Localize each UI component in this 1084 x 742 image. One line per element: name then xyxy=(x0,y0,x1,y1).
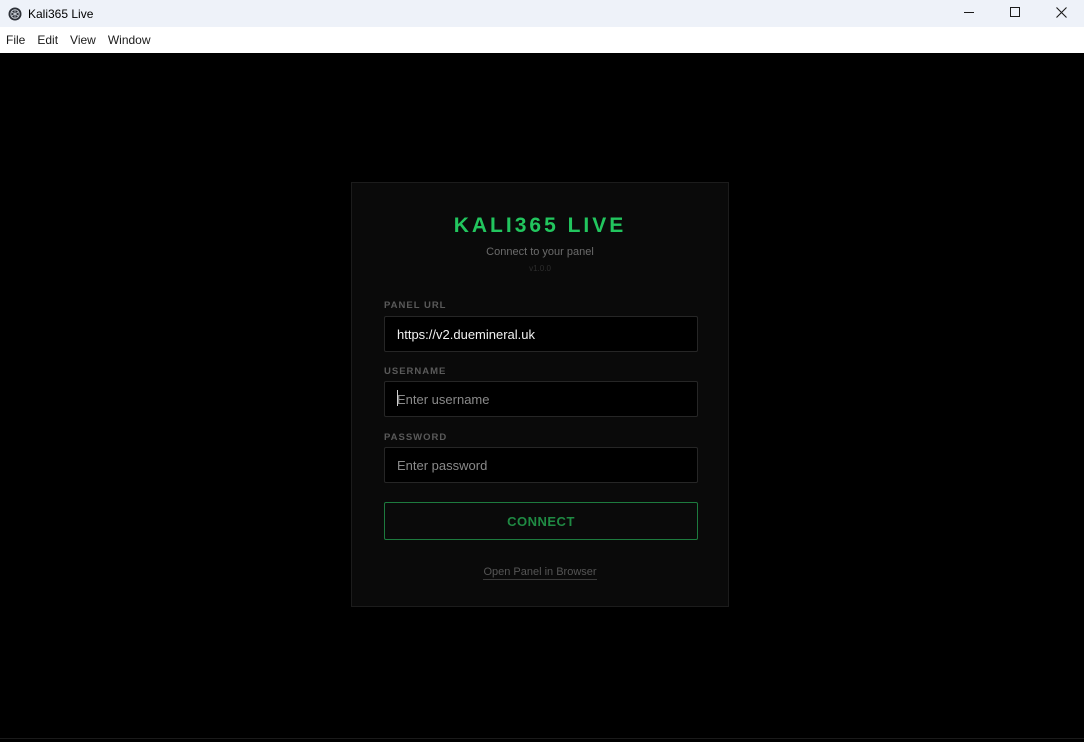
maximize-button[interactable] xyxy=(992,0,1038,24)
username-input[interactable] xyxy=(384,381,698,417)
login-subtitle: Connect to your panel xyxy=(486,246,594,258)
menu-file[interactable]: File xyxy=(0,27,31,53)
menu-bar: File Edit View Window xyxy=(0,27,1084,53)
text-caret xyxy=(397,390,398,406)
window-title: Kali365 Live xyxy=(28,6,94,21)
connect-button[interactable]: CONNECT xyxy=(384,502,698,540)
menu-edit[interactable]: Edit xyxy=(31,27,64,53)
menu-view[interactable]: View xyxy=(64,27,102,53)
app-logo-icon xyxy=(8,7,22,21)
minimize-icon xyxy=(964,12,974,13)
password-label: PASSWORD xyxy=(384,432,448,443)
version-label: v1.0.0 xyxy=(529,264,551,273)
menu-window[interactable]: Window xyxy=(102,27,157,53)
close-icon xyxy=(1055,6,1067,18)
maximize-icon xyxy=(1010,7,1020,17)
panel-url-input[interactable] xyxy=(384,316,698,352)
login-card: KALI365 LIVE Connect to your panel v1.0.… xyxy=(351,182,729,607)
title-bar[interactable]: Kali365 Live xyxy=(0,0,1084,27)
open-panel-in-browser-link[interactable]: Open Panel in Browser xyxy=(483,566,597,580)
brand-title: KALI365 LIVE xyxy=(453,214,627,237)
password-input[interactable] xyxy=(384,447,698,483)
app-window: Kali365 Live File Edit View Window KALI3… xyxy=(0,0,1084,742)
window-controls xyxy=(946,0,1084,24)
open-browser-link-wrap: Open Panel in Browser xyxy=(352,562,728,580)
window-bottom-edge xyxy=(0,738,1084,742)
close-button[interactable] xyxy=(1038,0,1084,24)
panel-url-label: PANEL URL xyxy=(384,300,447,311)
minimize-button[interactable] xyxy=(946,0,992,24)
username-label: USERNAME xyxy=(384,366,447,377)
